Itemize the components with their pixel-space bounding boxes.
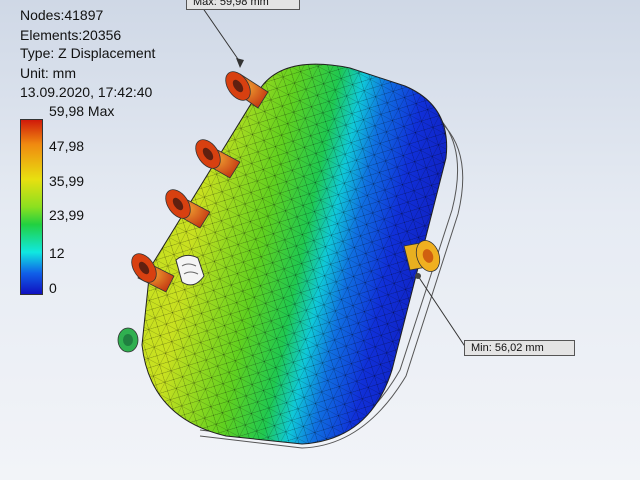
- pressure-vessel[interactable]: [141, 63, 448, 445]
- legend-label-min: 0: [49, 280, 57, 296]
- min-probe-leader: [417, 275, 467, 349]
- max-probe-label[interactable]: Max: 59,98 mm: [186, 0, 300, 10]
- legend-label-2: 47,98: [49, 138, 85, 154]
- info-nodes: Nodes:41897: [20, 7, 104, 23]
- info-elements: Elements:20356: [20, 27, 122, 43]
- legend-label-4: 23,99: [49, 207, 85, 223]
- model-viewport[interactable]: [0, 0, 640, 480]
- legend-label-max: 59,98 Max: [49, 103, 115, 119]
- info-timestamp: 13.09.2020, 17:42:40: [20, 84, 153, 100]
- info-type: Type: Z Displacement: [20, 45, 156, 61]
- info-unit: Unit: mm: [20, 65, 76, 81]
- min-probe-label[interactable]: Min: 56,02 mm: [464, 340, 575, 356]
- max-probe-leader: [199, 3, 241, 63]
- legend-label-5: 12: [49, 245, 65, 261]
- bottom-nozzle[interactable]: [117, 327, 139, 353]
- legend-label-3: 35,99: [49, 173, 85, 189]
- color-legend-bar: [20, 119, 43, 295]
- nozzle-1[interactable]: [221, 67, 269, 109]
- min-probe-marker: [415, 273, 421, 279]
- max-probe-marker: [236, 58, 244, 68]
